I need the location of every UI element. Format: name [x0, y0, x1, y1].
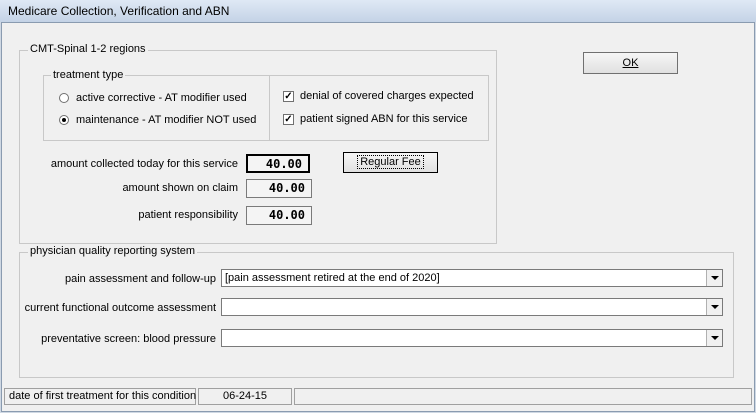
amount-on-claim-label: amount shown on claim: [122, 182, 238, 194]
amount-collected-label: amount collected today for this service: [50, 158, 238, 170]
status-bar-empty-cell: [294, 388, 752, 405]
blood-pressure-label: preventative screen: blood pressure: [41, 333, 216, 345]
functional-outcome-select[interactable]: [221, 298, 723, 316]
first-treatment-label-cell: date of first treatment for this conditi…: [4, 388, 196, 405]
radio-maintenance[interactable]: [59, 115, 69, 125]
first-treatment-date-cell: 06-24-15: [198, 388, 292, 405]
abn-options-group: [269, 75, 489, 141]
patient-responsibility-label: patient responsibility: [138, 209, 238, 221]
window-title: Medicare Collection, Verification and AB…: [8, 4, 230, 18]
radio-active-corrective[interactable]: [59, 93, 69, 103]
radio-maintenance-label[interactable]: maintenance - AT modifier NOT used: [76, 114, 256, 126]
pqrs-group-label: physician quality reporting system: [28, 245, 198, 257]
regular-fee-button-label: Regular Fee: [357, 155, 424, 169]
amount-collected-field[interactable]: 40.00: [246, 154, 310, 173]
ok-button-label: OK: [622, 57, 639, 69]
treatment-type-label: treatment type: [51, 69, 126, 81]
pain-assessment-value: [pain assessment retired at the end of 2…: [225, 272, 440, 284]
checkbox-abn-signed[interactable]: ✓: [283, 114, 294, 125]
checkbox-abn-signed-label[interactable]: patient signed ABN for this service: [300, 113, 468, 125]
radio-active-corrective-label[interactable]: active corrective - AT modifier used: [76, 92, 247, 104]
amount-on-claim-field: 40.00: [246, 179, 312, 198]
pain-assessment-label: pain assessment and follow-up: [64, 273, 216, 285]
checkbox-denial-expected-label[interactable]: denial of covered charges expected: [300, 90, 474, 102]
regular-fee-button[interactable]: Regular Fee: [343, 152, 438, 173]
chevron-down-icon[interactable]: [706, 330, 722, 346]
chevron-down-icon[interactable]: [706, 299, 722, 315]
patient-responsibility-field: 40.00: [246, 206, 312, 225]
treatment-type-group: [43, 75, 270, 141]
pain-assessment-select[interactable]: [pain assessment retired at the end of 2…: [221, 269, 723, 287]
cmt-group-label: CMT-Spinal 1-2 regions: [28, 43, 148, 55]
first-treatment-date: 06-24-15: [222, 390, 268, 402]
title-bar: Medicare Collection, Verification and AB…: [0, 0, 756, 22]
checkbox-denial-expected[interactable]: ✓: [283, 91, 294, 102]
first-treatment-label: date of first treatment for this conditi…: [9, 390, 197, 402]
ok-button[interactable]: OK: [583, 52, 678, 74]
functional-outcome-label: current functional outcome assessment: [24, 302, 216, 314]
blood-pressure-select[interactable]: [221, 329, 723, 347]
dialog-client-area: CMT-Spinal 1-2 regions treatment type ac…: [1, 22, 755, 412]
chevron-down-icon[interactable]: [706, 270, 722, 286]
